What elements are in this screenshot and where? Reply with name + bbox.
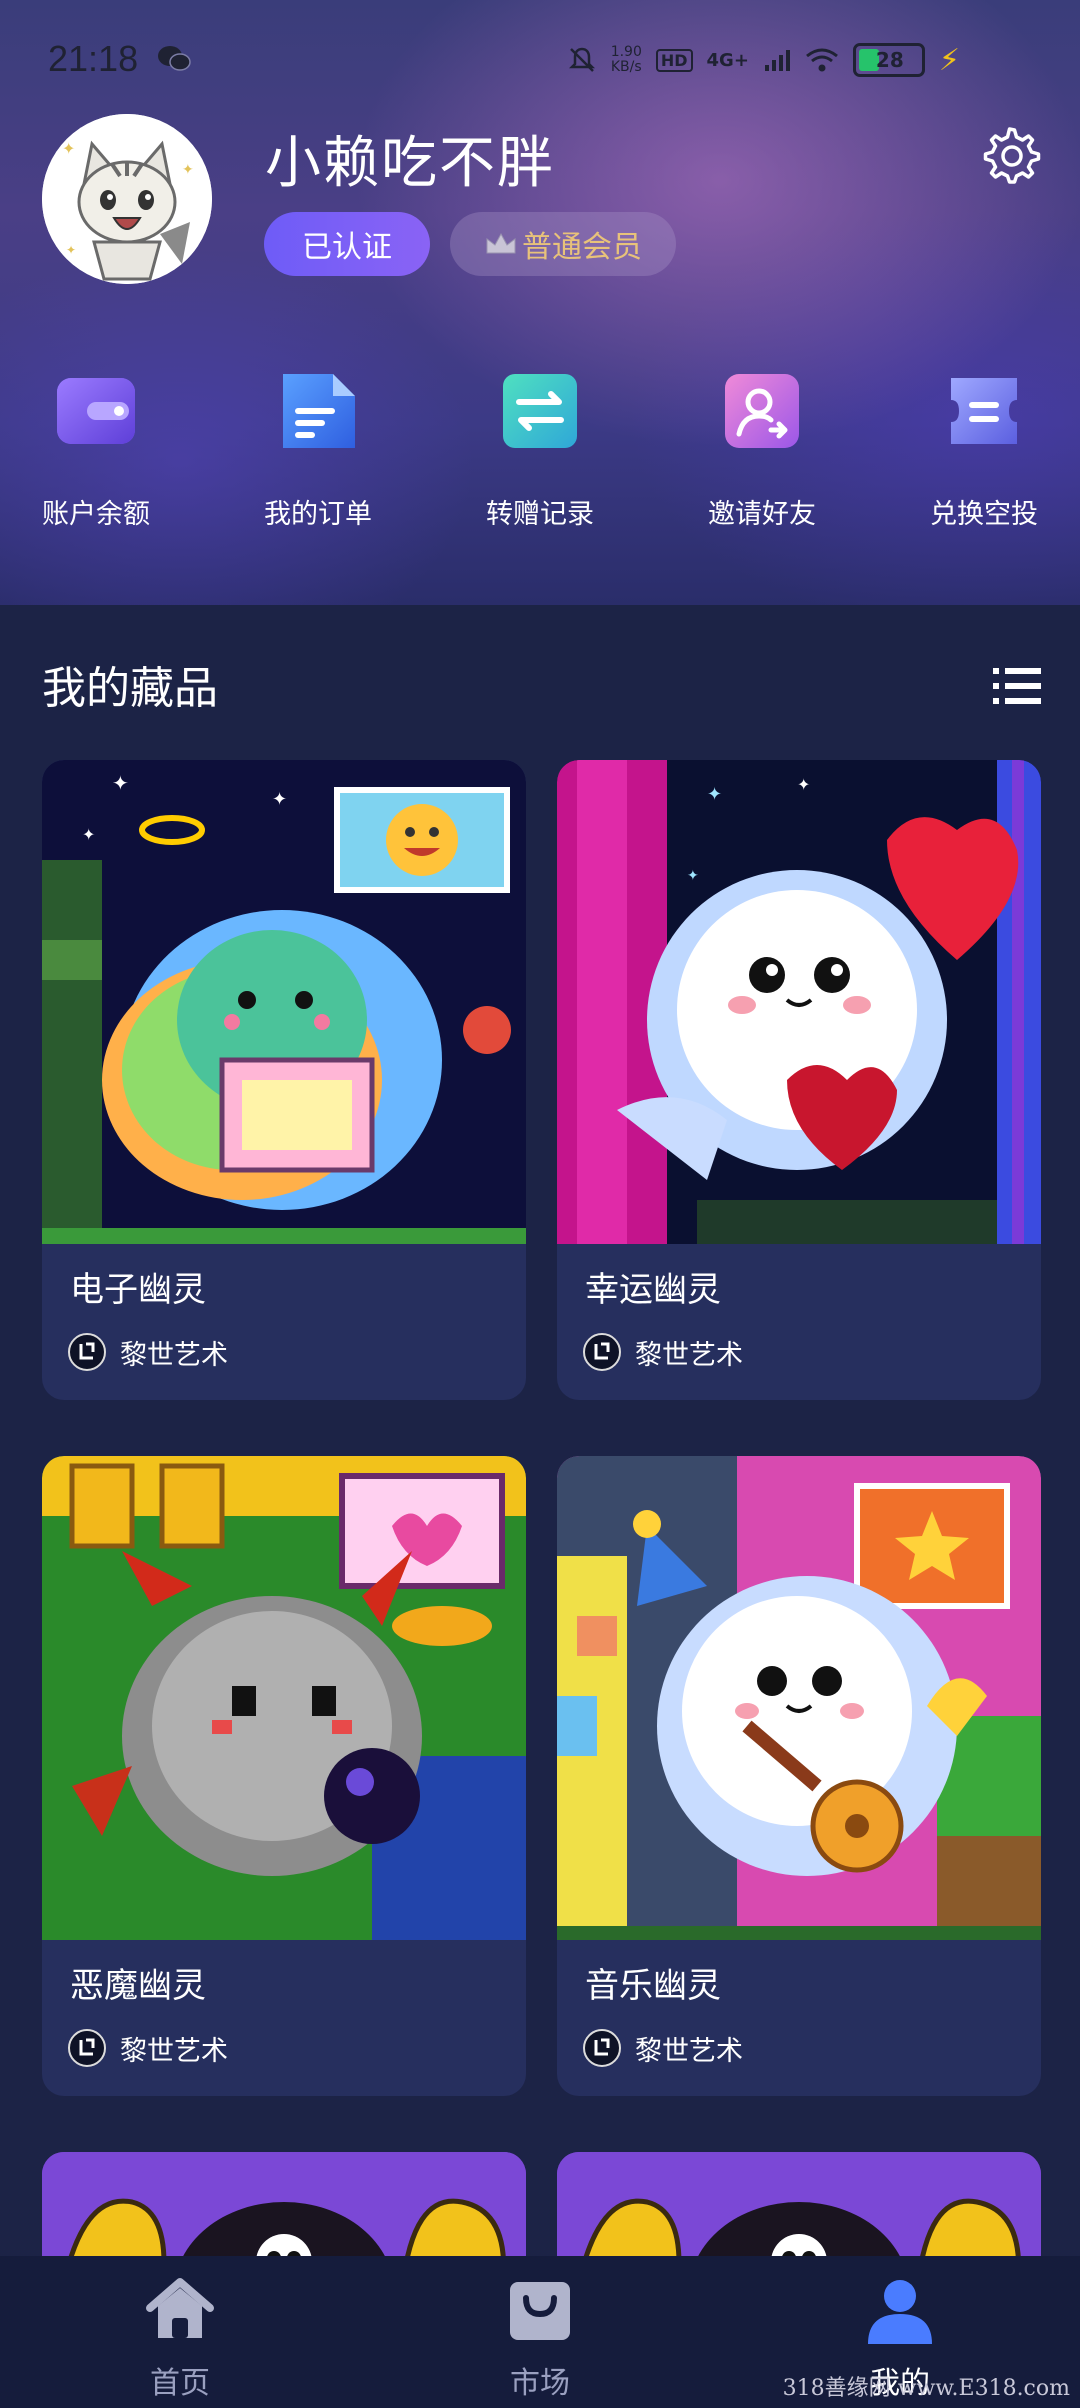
collection-card[interactable]: ✦ ✦ ✦ 幸运幽灵 黎世艺术 — [557, 760, 1041, 1400]
member-badge[interactable]: 普通会员 — [450, 212, 676, 276]
card-name: 恶魔幽灵 — [70, 1966, 206, 2006]
charging-icon: ⚡ — [938, 42, 960, 78]
card-creator: 黎世艺术 — [68, 2028, 228, 2068]
tab-home[interactable]: 首页 — [80, 2274, 280, 2404]
svg-text:✦: ✦ — [62, 139, 75, 158]
creator-name: 黎世艺术 — [635, 2035, 743, 2067]
member-label: 普通会员 — [522, 230, 642, 265]
tab-label: 市场 — [510, 2366, 570, 2401]
list-view-icon[interactable] — [993, 666, 1041, 706]
card-creator: 黎世艺术 — [583, 2028, 743, 2068]
mute-bell-icon — [568, 47, 595, 72]
battery-indicator: 28 — [852, 43, 925, 77]
net-speed-unit: KB/s — [610, 59, 642, 75]
profile-page: 21:18 1.90 KB/s HD 4G+ 28 ⚡ ✦ ✦ ✦ 小赖吃不胖 … — [0, 0, 1080, 2408]
menu-item-transfer-records[interactable]: 转赠记录 — [450, 360, 630, 540]
status-right: 1.90 KB/s HD 4G+ 28 ⚡ — [567, 40, 960, 80]
redeem-icon — [951, 378, 1017, 444]
svg-text:✦: ✦ — [82, 825, 95, 844]
creator-name: 黎世艺术 — [120, 1339, 228, 1371]
username: 小赖吃不胖 — [265, 131, 555, 196]
cat-avatar-icon: ✦ ✦ ✦ — [42, 114, 212, 284]
battery-level: 28 — [875, 48, 904, 72]
signal-icon — [764, 50, 790, 71]
shopping-bag-icon — [510, 2282, 570, 2340]
svg-text:✦: ✦ — [182, 162, 194, 178]
card-creator: 黎世艺术 — [68, 1332, 228, 1372]
svg-text:✦: ✦ — [687, 868, 699, 884]
menu-label: 账户余额 — [42, 499, 150, 530]
transfer-icon — [503, 374, 577, 448]
avatar[interactable]: ✦ ✦ ✦ — [42, 114, 212, 284]
svg-text:✦: ✦ — [797, 775, 810, 794]
creator-name: 黎世艺术 — [120, 2035, 228, 2067]
menu-item-my-orders[interactable]: 我的订单 — [228, 360, 408, 540]
card-name: 幸运幽灵 — [585, 1270, 721, 1310]
menu-label: 邀请好友 — [708, 499, 816, 530]
svg-text:✦: ✦ — [112, 771, 129, 795]
svg-text:✦: ✦ — [272, 789, 287, 810]
wallet-icon — [57, 378, 135, 444]
collection-card[interactable]: ✦ ✦ ✦ 电子幽灵 黎世艺术 — [42, 760, 526, 1400]
hd-badge: HD — [655, 48, 693, 72]
status-time: 21:18 — [48, 38, 139, 79]
creator-logo-icon — [583, 2029, 621, 2067]
collection-card[interactable]: 音乐幽灵 黎世艺术 — [557, 1456, 1041, 2096]
status-bar: 21:18 1.90 KB/s HD 4G+ 28 ⚡ — [0, 0, 1080, 120]
collection-title: 我的藏品 — [42, 663, 218, 714]
tab-market[interactable]: 市场 — [440, 2274, 640, 2404]
electronic-ghost-artwork: ✦ ✦ ✦ — [42, 760, 526, 1244]
creator-logo-icon — [583, 1333, 621, 1371]
wechat-icon — [158, 46, 191, 71]
demon-ghost-artwork — [42, 1456, 526, 1940]
watermark: 318善缘网 www.E318.com — [782, 2376, 1070, 2401]
verified-badge: 已认证 — [264, 212, 430, 276]
creator-logo-icon — [68, 1333, 106, 1371]
menu-label: 我的订单 — [264, 499, 372, 530]
music-ghost-artwork — [557, 1456, 1041, 1940]
svg-text:✦: ✦ — [66, 243, 76, 257]
net-speed: 1.90 KB/s — [611, 45, 642, 75]
menu-item-redeem-airdrop[interactable]: 兑换空投 — [894, 360, 1074, 540]
quick-menu: 账户余额 我的订单 转赠记录 邀请好友 兑换空投 — [0, 360, 1080, 540]
svg-text:✦: ✦ — [707, 784, 722, 805]
crown-icon — [486, 232, 516, 254]
invite-user-icon — [725, 374, 799, 448]
net-speed-value: 1.90 — [610, 44, 642, 60]
collection-card[interactable]: 恶魔幽灵 黎世艺术 — [42, 1456, 526, 2096]
network-type: 4G+ — [706, 49, 749, 71]
home-icon — [146, 2278, 214, 2338]
menu-item-invite-friends[interactable]: 邀请好友 — [672, 360, 852, 540]
lucky-ghost-artwork: ✦ ✦ ✦ — [557, 760, 1041, 1244]
creator-name: 黎世艺术 — [635, 1339, 743, 1371]
card-creator: 黎世艺术 — [583, 1332, 743, 1372]
card-name: 音乐幽灵 — [585, 1966, 721, 2006]
menu-item-account-balance[interactable]: 账户余额 — [6, 360, 186, 540]
menu-label: 转赠记录 — [486, 499, 594, 530]
tab-label: 首页 — [150, 2366, 210, 2401]
user-icon — [868, 2280, 932, 2344]
card-name: 电子幽灵 — [70, 1270, 206, 1310]
creator-logo-icon — [68, 2029, 106, 2067]
document-icon — [283, 374, 355, 448]
settings-gear-icon[interactable] — [982, 126, 1042, 186]
wifi-icon — [805, 48, 838, 72]
menu-label: 兑换空投 — [930, 499, 1038, 530]
